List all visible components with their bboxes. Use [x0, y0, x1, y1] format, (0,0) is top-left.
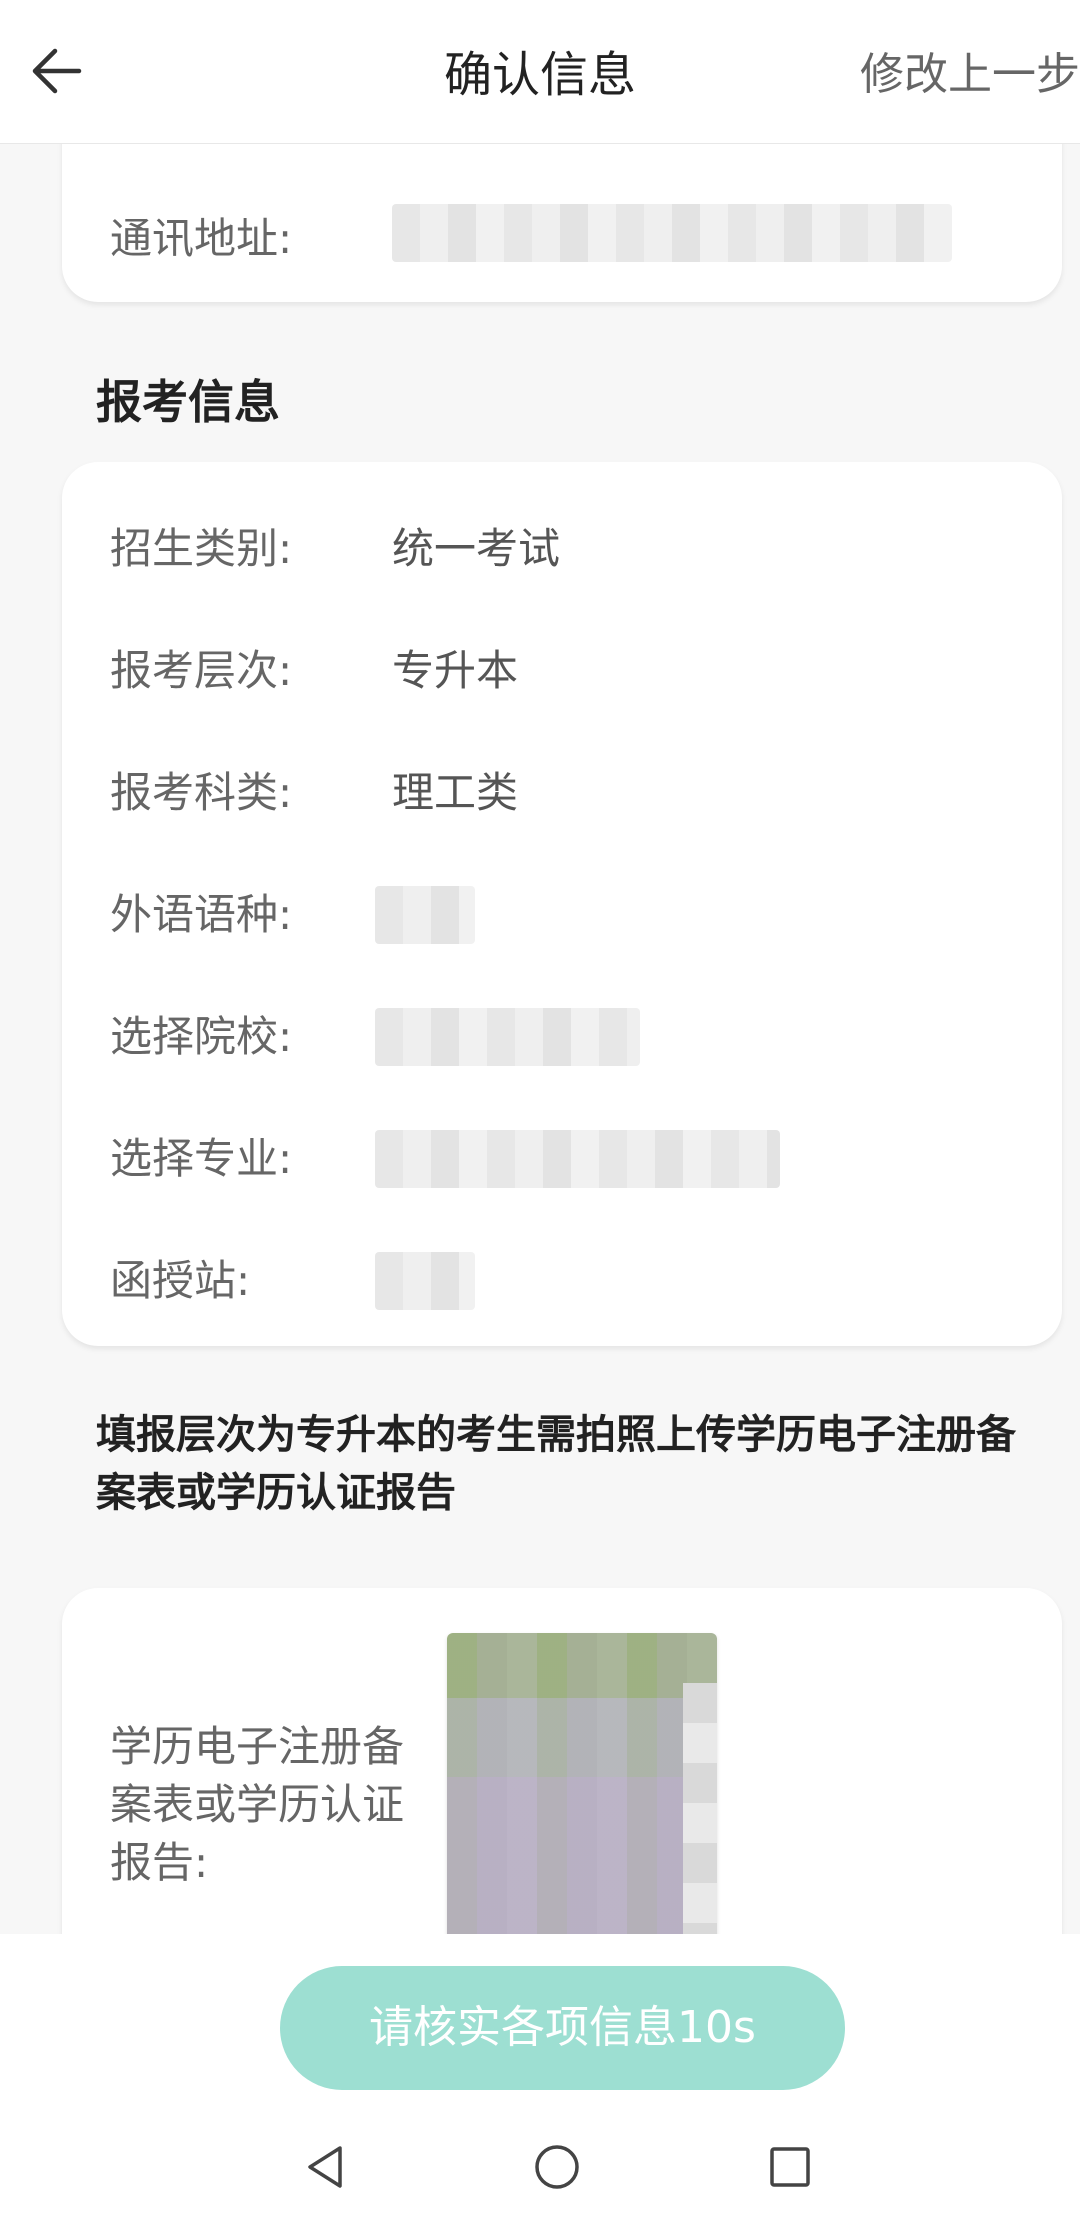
- apply-row-value-redacted: [375, 1008, 640, 1066]
- edit-previous-step-button[interactable]: 修改上一步: [860, 0, 1080, 143]
- document-photo-thumbnail[interactable]: [447, 1633, 717, 1934]
- apply-row-value: 统一考试: [392, 524, 561, 573]
- apply-row-label: 选择院校:: [110, 1012, 293, 1061]
- apply-row-value: 专升本: [392, 646, 519, 695]
- document-label: 学历电子注册备案表或学历认证报告:: [110, 1722, 405, 1887]
- upload-notice: 填报层次为专升本的考生需拍照上传学历电子注册备案表或学历认证报告: [96, 1412, 1016, 1516]
- address-value-redacted: [392, 204, 952, 262]
- circle-home-icon: [535, 2145, 579, 2189]
- back-button[interactable]: [22, 36, 92, 106]
- apply-row-label: 函授站:: [110, 1256, 251, 1305]
- apply-row-value-redacted: [375, 1252, 475, 1310]
- apply-row-label: 选择专业:: [110, 1134, 293, 1183]
- system-nav-bar: [0, 2104, 1080, 2237]
- apply-info-card: 招生类别: 统一考试 报考层次: 专升本 报考科类: 理工类 外语语种: 选择院…: [62, 462, 1062, 1346]
- contact-card: 通讯地址:: [62, 144, 1062, 302]
- apply-row-value: 理工类: [392, 768, 519, 817]
- address-label: 通讯地址:: [110, 214, 293, 263]
- system-recents-button[interactable]: [755, 2132, 825, 2202]
- apply-row-label: 外语语种:: [110, 890, 293, 939]
- system-back-button[interactable]: [290, 2132, 360, 2202]
- apply-row-value-redacted: [375, 886, 475, 944]
- apply-section-title: 报考信息: [96, 375, 280, 429]
- apply-row-label: 报考层次:: [110, 646, 293, 695]
- bottom-action-bar: 请核实各项信息10s: [0, 1934, 1080, 2104]
- arrow-left-icon: [32, 48, 82, 94]
- triangle-back-icon: [308, 2146, 342, 2188]
- apply-row-label: 报考科类:: [110, 768, 293, 817]
- apply-row-value-redacted: [375, 1130, 780, 1188]
- document-card: 学历电子注册备案表或学历认证报告:: [62, 1588, 1062, 1934]
- confirm-countdown-button[interactable]: 请核实各项信息10s: [280, 1966, 845, 2090]
- confirm-info-page: 确认信息 修改上一步 通讯地址: 报考信息 招生类别: 统一考试 报考层次: 专…: [0, 0, 1080, 2237]
- system-home-button[interactable]: [522, 2132, 592, 2202]
- content-area[interactable]: 通讯地址: 报考信息 招生类别: 统一考试 报考层次: 专升本 报考科类: 理工…: [0, 144, 1080, 1934]
- top-bar: 确认信息 修改上一步: [0, 0, 1080, 144]
- apply-row-label: 招生类别:: [110, 524, 293, 573]
- square-recents-icon: [770, 2147, 810, 2187]
